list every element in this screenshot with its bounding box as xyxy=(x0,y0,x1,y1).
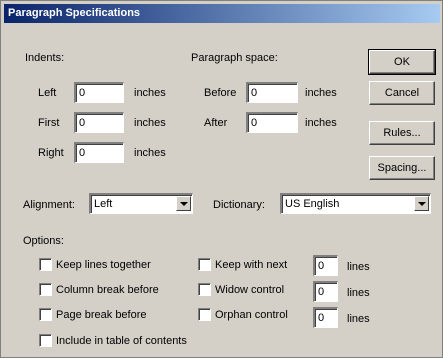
paragraph-space-heading: Paragraph space: xyxy=(191,52,278,64)
indent-left-unit: inches xyxy=(134,87,166,99)
indents-heading: Indents: xyxy=(25,52,65,64)
options-heading: Options: xyxy=(23,235,64,247)
indent-left-field[interactable]: 0 xyxy=(74,82,124,103)
alignment-value: Left xyxy=(94,198,113,210)
keep-with-next-checkbox[interactable] xyxy=(198,258,211,271)
space-before-unit: inches xyxy=(305,87,337,99)
indent-right-unit: inches xyxy=(134,147,166,159)
space-before-label: Before xyxy=(204,87,237,99)
page-break-before-checkbox[interactable] xyxy=(39,308,52,321)
indent-first-label: First xyxy=(38,117,60,129)
ok-button[interactable]: OK xyxy=(368,49,436,75)
space-after-unit: inches xyxy=(305,117,337,129)
space-after-field[interactable]: 0 xyxy=(246,112,298,133)
dictionary-value: US English xyxy=(285,198,340,210)
alignment-label: Alignment: xyxy=(23,199,75,211)
indent-first-unit: inches xyxy=(134,117,166,129)
widow-control-field[interactable]: 0 xyxy=(313,281,338,302)
orphan-control-checkbox[interactable] xyxy=(198,308,211,321)
keep-with-next-field[interactable]: 0 xyxy=(313,255,338,276)
column-break-before-label: Column break before xyxy=(56,284,159,296)
paragraph-specifications-dialog: Paragraph Specifications Indents: Left 0… xyxy=(0,0,443,358)
dictionary-label: Dictionary: xyxy=(213,199,265,211)
widow-control-label: Widow control xyxy=(215,284,285,296)
orphan-control-unit: lines xyxy=(347,313,370,325)
indent-right-field[interactable]: 0 xyxy=(74,142,124,163)
indent-right-label: Right xyxy=(38,147,64,159)
widow-control-unit: lines xyxy=(347,287,370,299)
indent-first-field[interactable]: 0 xyxy=(74,112,124,133)
keep-lines-together-checkbox[interactable] xyxy=(39,258,52,271)
dialog-title: Paragraph Specifications xyxy=(4,4,440,23)
keep-with-next-label: Keep with next xyxy=(215,259,288,271)
column-break-before-checkbox[interactable] xyxy=(39,283,52,296)
include-in-toc-checkbox[interactable] xyxy=(39,334,52,347)
dictionary-select[interactable]: US English xyxy=(280,193,431,214)
space-before-field[interactable]: 0 xyxy=(246,82,298,103)
rules-button[interactable]: Rules... xyxy=(369,121,435,145)
alignment-select[interactable]: Left xyxy=(89,193,193,214)
chevron-down-icon[interactable] xyxy=(414,196,429,211)
keep-lines-together-label: Keep lines together xyxy=(56,259,151,271)
space-after-label: After xyxy=(204,117,228,129)
keep-with-next-unit: lines xyxy=(347,261,370,273)
indent-left-label: Left xyxy=(38,87,57,99)
page-break-before-label: Page break before xyxy=(56,309,147,321)
widow-control-checkbox[interactable] xyxy=(198,283,211,296)
chevron-down-icon[interactable] xyxy=(176,196,191,211)
spacing-button[interactable]: Spacing... xyxy=(369,156,435,180)
include-in-toc-label: Include in table of contents xyxy=(56,335,187,347)
orphan-control-label: Orphan control xyxy=(215,309,288,321)
orphan-control-field[interactable]: 0 xyxy=(313,307,338,328)
cancel-button[interactable]: Cancel xyxy=(369,81,435,105)
